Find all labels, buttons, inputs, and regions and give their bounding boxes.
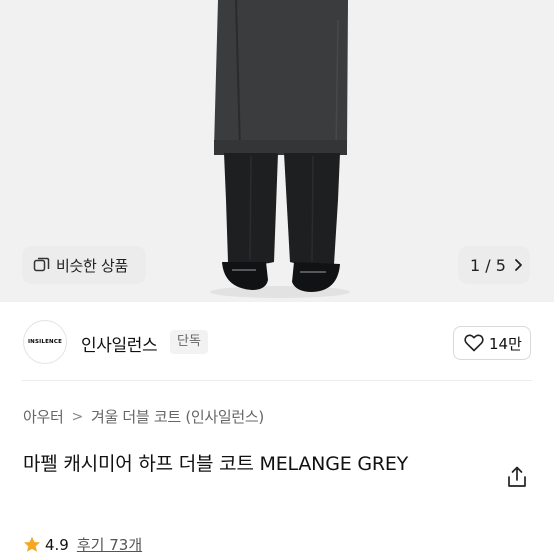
image-page-indicator[interactable]: 1 / 5 <box>458 246 530 284</box>
reviews-link[interactable]: 후기 73개 <box>77 534 142 554</box>
section-divider <box>22 380 532 381</box>
breadcrumb: 아우터 > 겨울 더블 코트 (인사일런스) <box>23 406 264 427</box>
share-icon <box>507 466 527 488</box>
breadcrumb-item-winter-double-coat[interactable]: 겨울 더블 코트 (인사일런스) <box>91 406 264 427</box>
similar-products-icon <box>33 257 50 274</box>
page-indicator-text: 1 / 5 <box>470 255 506 275</box>
brand-logo-text: INSILENCE <box>27 339 63 345</box>
brand-row: INSILENCE 인사일런스 단독 14만 <box>0 302 554 382</box>
rating-score: 4.9 <box>45 535 69 554</box>
breadcrumb-item-outer[interactable]: 아우터 <box>23 406 64 427</box>
brand-name-link[interactable]: 인사일런스 <box>81 331 158 356</box>
share-button[interactable] <box>505 465 529 489</box>
rating-summary: 4.9 후기 73개 <box>23 534 142 554</box>
heart-icon <box>464 334 484 352</box>
similar-products-button[interactable]: 비슷한 상품 <box>22 246 146 284</box>
brand-like-button[interactable]: 14만 <box>453 326 531 360</box>
similar-products-label: 비슷한 상품 <box>56 256 128 275</box>
breadcrumb-separator: > <box>71 408 84 425</box>
chevron-right-icon <box>514 258 523 272</box>
star-icon <box>23 536 41 553</box>
like-count: 14만 <box>489 334 522 353</box>
product-title: 마펠 캐시미어 하프 더블 코트 MELANGE GREY <box>23 453 409 475</box>
exclusive-badge: 단독 <box>170 330 208 354</box>
brand-logo[interactable]: INSILENCE <box>23 320 67 364</box>
product-image-carousel[interactable]: 비슷한 상품 1 / 5 <box>0 0 554 302</box>
